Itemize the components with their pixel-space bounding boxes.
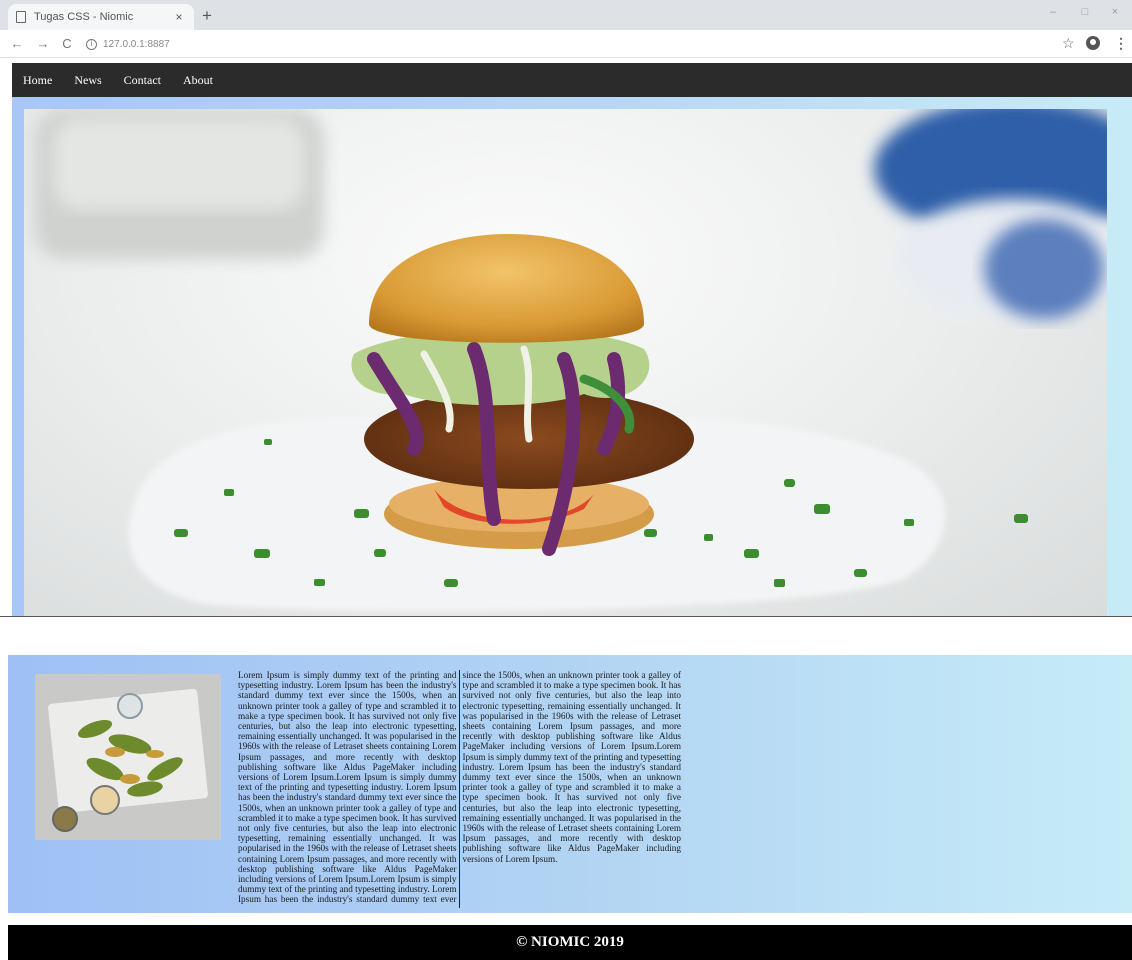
browser-menu-icon[interactable]: ⋮ [1114, 35, 1128, 52]
fried-vegetables-illustration [35, 674, 221, 840]
reload-button[interactable]: C [60, 36, 74, 52]
tab-title: Tugas CSS - Niomic [34, 11, 134, 23]
profile-avatar-icon[interactable] [1086, 36, 1100, 50]
browser-tab[interactable]: Tugas CSS - Niomic × [8, 4, 194, 30]
page-icon [16, 11, 26, 23]
close-window-button[interactable]: × [1108, 6, 1122, 18]
tab-close-icon[interactable]: × [172, 10, 186, 24]
nav-news-link[interactable]: News [74, 73, 101, 88]
article-food-image [35, 674, 221, 840]
hero-section [12, 97, 1132, 616]
nav-contact-link[interactable]: Contact [124, 73, 161, 88]
bookmark-star-icon[interactable]: ☆ [1062, 35, 1075, 52]
site-navigation: Home News Contact About [12, 63, 1132, 97]
site-footer: © NIOMIC 2019 [8, 925, 1132, 960]
nav-about-link[interactable]: About [183, 73, 213, 88]
address-bar[interactable]: i 127.0.0.1:8887 [86, 35, 1046, 53]
nav-home-link[interactable]: Home [23, 73, 52, 88]
article-text-columns: Lorem Ipsum is simply dummy text of the … [238, 670, 1130, 908]
hero-divider [0, 616, 1132, 617]
minimize-button[interactable]: – [1046, 6, 1060, 18]
site-info-icon[interactable]: i [86, 38, 97, 50]
article-body-text: Lorem Ipsum is simply dummy text of the … [238, 670, 681, 905]
footer-copyright: © NIOMIC 2019 [516, 934, 624, 950]
back-button[interactable]: ← [10, 36, 24, 52]
burger-illustration [34, 109, 1107, 612]
maximize-button[interactable]: □ [1078, 6, 1092, 18]
forward-button[interactable]: → [36, 36, 50, 52]
article-section: Lorem Ipsum is simply dummy text of the … [8, 655, 1132, 913]
address-bar-row: ← → C i 127.0.0.1:8887 ☆ ⋮ [0, 30, 1132, 58]
browser-tab-strip: Tugas CSS - Niomic × + – □ × [0, 0, 1132, 30]
hero-burger-image [24, 109, 1107, 616]
url-text[interactable]: 127.0.0.1:8887 [103, 39, 170, 50]
new-tab-button[interactable]: + [198, 7, 216, 25]
